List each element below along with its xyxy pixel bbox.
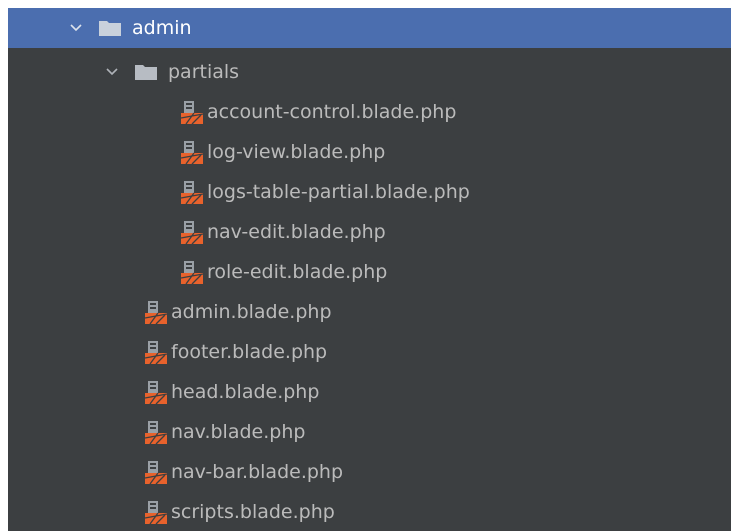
- tree-item-label: role-edit.blade.php: [207, 261, 388, 283]
- project-file-tree: admin partials account-control.blade.php…: [8, 8, 731, 531]
- blade-file-icon: [144, 379, 168, 405]
- tree-file-account-control[interactable]: account-control.blade.php: [8, 92, 731, 132]
- tree-file-role-edit[interactable]: role-edit.blade.php: [8, 252, 731, 292]
- tree-item-label: head.blade.php: [171, 381, 320, 403]
- blade-file-icon: [180, 179, 204, 205]
- tree-file-head[interactable]: head.blade.php: [8, 372, 731, 412]
- folder-icon: [134, 62, 158, 82]
- tree-folder-partials[interactable]: partials: [8, 52, 731, 92]
- tree-file-nav[interactable]: nav.blade.php: [8, 412, 731, 452]
- tree-file-log-view[interactable]: log-view.blade.php: [8, 132, 731, 172]
- tree-file-admin[interactable]: admin.blade.php: [8, 292, 731, 332]
- tree-item-label: account-control.blade.php: [207, 101, 457, 123]
- tree-item-label: scripts.blade.php: [171, 501, 335, 523]
- tree-item-label: nav-bar.blade.php: [171, 461, 344, 483]
- blade-file-icon: [180, 139, 204, 165]
- tree-item-label: nav-edit.blade.php: [207, 221, 386, 243]
- chevron-down-icon[interactable]: [68, 20, 84, 36]
- tree-item-label: footer.blade.php: [171, 341, 328, 363]
- tree-item-label: nav.blade.php: [171, 421, 306, 443]
- tree-item-label: admin: [132, 17, 192, 39]
- tree-item-label: partials: [168, 61, 240, 83]
- tree-item-label: logs-table-partial.blade.php: [207, 181, 470, 203]
- chevron-down-icon[interactable]: [104, 64, 120, 80]
- blade-file-icon: [180, 259, 204, 285]
- tree-file-footer[interactable]: footer.blade.php: [8, 332, 731, 372]
- tree-file-nav-edit[interactable]: nav-edit.blade.php: [8, 212, 731, 252]
- blade-file-icon: [180, 99, 204, 125]
- tree-file-scripts[interactable]: scripts.blade.php: [8, 492, 731, 531]
- tree-item-label: log-view.blade.php: [207, 141, 386, 163]
- blade-file-icon: [180, 219, 204, 245]
- blade-file-icon: [144, 419, 168, 445]
- tree-file-nav-bar[interactable]: nav-bar.blade.php: [8, 452, 731, 492]
- blade-file-icon: [144, 299, 168, 325]
- blade-file-icon: [144, 459, 168, 485]
- tree-folder-admin[interactable]: admin: [8, 8, 731, 48]
- folder-icon: [98, 18, 122, 38]
- blade-file-icon: [144, 339, 168, 365]
- tree-item-label: admin.blade.php: [171, 301, 332, 323]
- blade-file-icon: [144, 499, 168, 525]
- tree-file-logs-table-partial[interactable]: logs-table-partial.blade.php: [8, 172, 731, 212]
